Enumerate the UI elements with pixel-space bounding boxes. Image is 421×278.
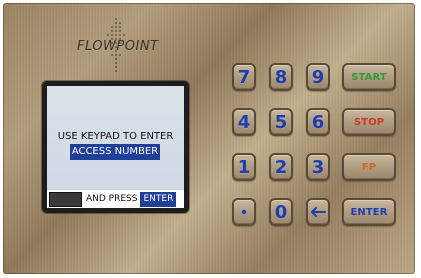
speaker-dot: [119, 54, 121, 56]
lcd-screen: USE KEYPAD TO ENTER ACCESS NUMBER AND PR…: [47, 86, 184, 208]
fp-key[interactable]: FP: [342, 153, 396, 181]
dot-icon: [240, 208, 248, 216]
enter-key[interactable]: ENTER: [342, 198, 396, 226]
digit-1-key[interactable]: 1: [232, 153, 256, 181]
digit-9-key-label: 9: [311, 66, 325, 88]
digit-4-key[interactable]: 4: [232, 108, 256, 136]
digit-0-key-label: 0: [274, 201, 288, 223]
stop-key-label: STOP: [353, 116, 385, 128]
speaker-dot: [111, 54, 113, 56]
fp-key-label: FP: [361, 161, 377, 173]
speaker-dot: [107, 34, 109, 36]
start-key[interactable]: START: [342, 63, 396, 91]
dot-key[interactable]: [232, 198, 256, 226]
enter-key-label: ENTER: [350, 206, 388, 218]
digit-9-key[interactable]: 9: [306, 63, 330, 91]
brand-logo: FLOWPOINT: [77, 39, 159, 54]
digit-7-key[interactable]: 7: [232, 63, 256, 91]
speaker-dot: [123, 34, 125, 36]
speaker-dot: [115, 34, 117, 36]
display-instruction-line: USE KEYPAD TO ENTER: [57, 131, 174, 142]
digit-8-key[interactable]: 8: [269, 63, 293, 91]
speaker-dot: [115, 58, 117, 60]
digit-3-key-label: 3: [311, 156, 325, 178]
speaker-dot: [115, 66, 117, 68]
backspace-key[interactable]: [306, 198, 330, 226]
digit-4-key-label: 4: [237, 111, 251, 133]
digit-0-key[interactable]: 0: [269, 198, 293, 226]
keypad-panel: FLOWPOINT USE KEYPAD TO ENTER ACCESS NUM…: [3, 3, 415, 274]
display-footer-row: AND PRESS ENTER: [47, 190, 184, 208]
speaker-dot: [115, 70, 117, 72]
digit-7-key-label: 7: [237, 66, 251, 88]
digit-6-key[interactable]: 6: [306, 108, 330, 136]
speaker-dot: [119, 22, 121, 24]
start-key-label: START: [351, 71, 387, 83]
digit-3-key[interactable]: 3: [306, 153, 330, 181]
speaker-dot: [115, 54, 117, 56]
speaker-dot: [115, 30, 117, 32]
digit-2-key-label: 2: [274, 156, 288, 178]
speaker-dot: [115, 26, 117, 28]
speaker-dot: [111, 30, 113, 32]
display-access-number-label: ACCESS NUMBER: [70, 144, 160, 160]
digit-2-key[interactable]: 2: [269, 153, 293, 181]
digit-8-key-label: 8: [274, 66, 288, 88]
digit-5-key-label: 5: [274, 111, 288, 133]
speaker-dot: [111, 34, 113, 36]
speaker-dot: [111, 26, 113, 28]
display-enter-chip: ENTER: [140, 191, 177, 207]
display-and-press-text: AND PRESS: [86, 194, 138, 204]
digit-1-key-label: 1: [237, 156, 251, 178]
access-number-entry-field[interactable]: [49, 191, 82, 207]
speaker-dot: [115, 18, 117, 20]
digit-6-key-label: 6: [311, 111, 325, 133]
stop-key[interactable]: STOP: [342, 108, 396, 136]
digit-5-key[interactable]: 5: [269, 108, 293, 136]
speaker-dot: [115, 22, 117, 24]
speaker-dot: [119, 34, 121, 36]
speaker-dot: [119, 30, 121, 32]
left-arrow-icon: [310, 207, 326, 217]
display-bezel: USE KEYPAD TO ENTER ACCESS NUMBER AND PR…: [42, 81, 189, 213]
speaker-dot: [119, 26, 121, 28]
speaker-dot: [115, 62, 117, 64]
